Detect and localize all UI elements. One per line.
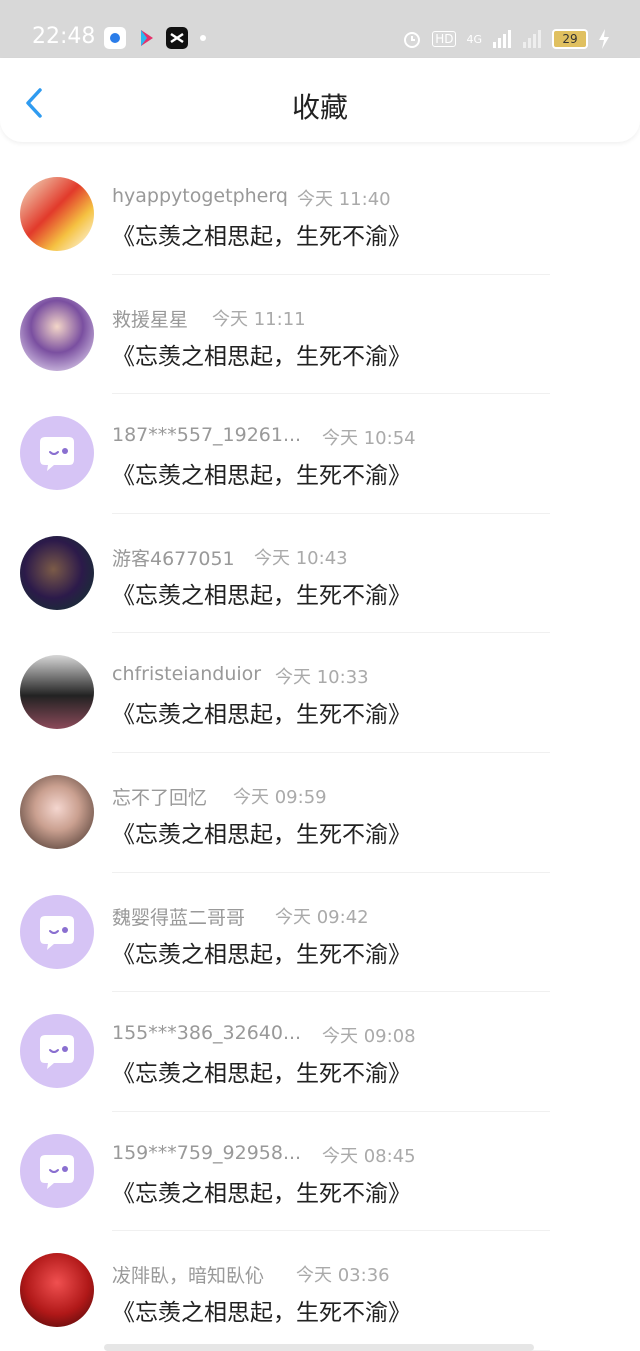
timestamp: 今天 09:59 [233,786,327,808]
battery-icon: 29 [552,29,588,49]
username: 155***386_32640... [112,1022,302,1045]
default-avatar-icon[interactable] [20,1133,94,1208]
list-item[interactable]: 魏婴得蓝二哥哥 今天 09:42 《忘羡之相思起，生死不渝》 [0,873,640,993]
status-icons: HD 4G 29 [402,26,610,52]
username: 冹陫臥，暗知臥伈 [112,1265,265,1288]
alarm-icon [404,32,421,48]
capcut-icon [166,27,188,49]
avatar[interactable] [20,1253,94,1328]
username: hyappytogetpherq [112,185,288,207]
default-avatar-icon[interactable] [20,894,94,969]
favorite-title[interactable]: 《忘羡之相思起，生死不渝》 [112,217,411,251]
list-item[interactable]: 冹陫臥，暗知臥伈 今天 03:36 《忘羡之相思起，生死不渝》 [0,1231,640,1351]
youku-icon [136,27,158,49]
timestamp: 今天 11:11 [212,308,306,330]
timestamp: 今天 08:45 [322,1145,416,1167]
username: 游客4677051 [112,547,235,570]
default-avatar-icon[interactable] [20,416,94,491]
favorite-title[interactable]: 《忘羡之相思起，生死不渝》 [112,1054,411,1088]
list-item[interactable]: 159***759_92958... 今天 08:45 《忘羡之相思起，生死不渝》 [0,1112,640,1232]
username: 救援星星 [112,308,189,331]
timestamp: 今天 09:08 [322,1026,416,1048]
avatar[interactable] [20,535,94,610]
timestamp: 今天 10:33 [275,667,369,689]
avatar[interactable] [20,774,94,849]
favorite-title[interactable]: 《忘羡之相思起，生死不渝》 [112,1174,411,1208]
signal-2-icon [523,30,541,48]
avatar[interactable] [20,177,94,251]
page-title: 收藏 [291,91,348,124]
favorite-title[interactable]: 《忘羡之相思起，生死不渝》 [112,337,411,371]
status-bar: 22:48 HD 4G 29 [0,0,640,60]
status-time: 22:48 [32,24,96,49]
list-item[interactable]: hyappytogetpherq 今天 11:40 《忘羡之相思起，生死不渝》 [0,155,640,275]
list-item[interactable]: 救援星星 今天 11:11 《忘羡之相思起，生死不渝》 [0,275,640,395]
avatar[interactable] [20,296,94,371]
avatar[interactable] [20,655,94,730]
favorite-title[interactable]: 《忘羡之相思起，生死不渝》 [112,1293,411,1327]
list-item[interactable]: 155***386_32640... 今天 09:08 《忘羡之相思起，生死不渝》 [0,992,640,1112]
favorite-title[interactable]: 《忘羡之相思起，生死不渝》 [112,576,411,610]
username: 魏婴得蓝二哥哥 [112,906,246,929]
list-item[interactable]: 忘不了回忆 今天 09:59 《忘羡之相思起，生死不渝》 [0,753,640,873]
username: 187***557_19261... [112,424,302,447]
hd-icon: HD [432,31,457,47]
favorite-title[interactable]: 《忘羡之相思起，生死不渝》 [112,935,411,969]
favorite-title[interactable]: 《忘羡之相思起，生死不渝》 [112,456,411,490]
favorite-title[interactable]: 《忘羡之相思起，生死不渝》 [112,815,411,849]
list-item[interactable]: 187***557_19261... 今天 10:54 《忘羡之相思起，生死不渝》 [0,394,640,514]
timestamp: 今天 11:40 [297,189,391,210]
timestamp: 今天 10:43 [254,547,348,569]
username: 159***759_92958... [112,1141,302,1164]
timestamp: 今天 10:54 [322,428,416,450]
favorite-title[interactable]: 《忘羡之相思起，生死不渝》 [112,695,411,729]
navigation-bar: 收藏 [0,58,640,142]
home-indicator[interactable] [104,1344,534,1351]
network-label: 4G [466,32,482,46]
notification-dot-icon [200,35,206,41]
app-notification-icon [104,27,126,49]
username: chfristeianduior [112,663,262,686]
timestamp: 今天 09:42 [275,906,369,928]
list-item[interactable]: 游客4677051 今天 10:43 《忘羡之相思起，生死不渝》 [0,514,640,634]
favorites-list: hyappytogetpherq 今天 11:40 《忘羡之相思起，生死不渝》 救援星… [0,155,640,1351]
username: 忘不了回忆 [112,786,208,809]
charging-icon [599,29,609,49]
list-item[interactable]: chfristeianduior 今天 10:33 《忘羡之相思起，生死不渝》 [0,633,640,753]
timestamp: 今天 03:36 [296,1265,390,1287]
default-avatar-icon[interactable] [20,1014,94,1089]
signal-icon [493,30,511,48]
